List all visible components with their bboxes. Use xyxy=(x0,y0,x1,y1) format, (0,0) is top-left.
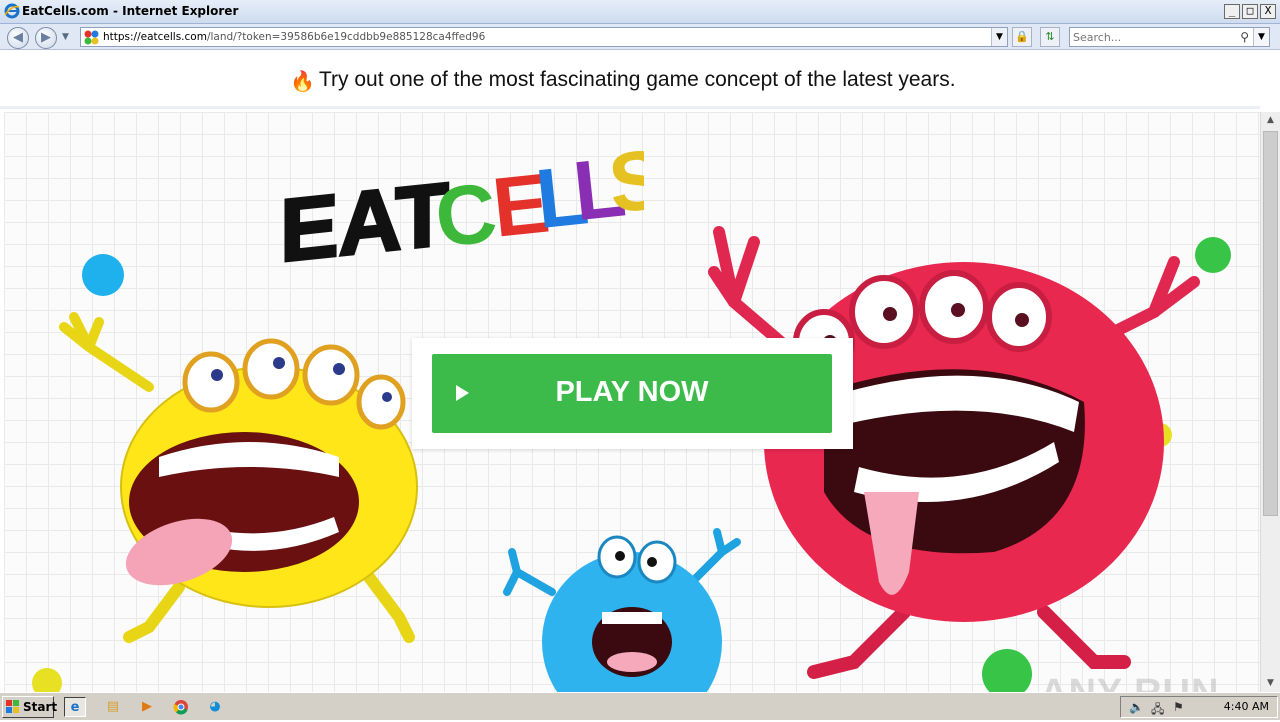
refresh-icon[interactable]: ⇅ xyxy=(1040,27,1060,47)
anyrun-watermark: ANY RUN xyxy=(1040,672,1219,692)
title-bar: EatCells.com - Internet Explorer _ □ X xyxy=(0,0,1280,24)
lock-icon[interactable]: 🔒 xyxy=(1012,27,1032,47)
play-now-button[interactable]: PLAY NOW xyxy=(432,354,832,433)
volume-icon[interactable]: 🔈 xyxy=(1129,700,1144,714)
scroll-up-icon[interactable]: ▲ xyxy=(1261,112,1280,129)
forward-button[interactable]: ▶ xyxy=(35,27,57,49)
internet-explorer-icon xyxy=(4,3,20,19)
play-button-container: PLAY NOW xyxy=(412,338,853,449)
url-host: https://eatcells.com xyxy=(103,31,207,43)
system-tray: 🔈 🖧 ⚑ 4:40 AM xyxy=(1120,696,1278,718)
yellow-cell-dot-bottom xyxy=(32,668,62,692)
search-box[interactable]: ⚲ ▼ xyxy=(1069,27,1270,47)
vertical-scrollbar[interactable]: ▲ ▼ xyxy=(1260,112,1280,692)
eat-cells-logo: EAT CELLS xyxy=(284,134,644,264)
start-button[interactable]: Start xyxy=(2,696,58,718)
file-explorer-icon[interactable]: ▤ xyxy=(102,697,124,717)
page-content: 🔥 Try out one of the most fascinating ga… xyxy=(0,51,1280,692)
back-button[interactable]: ◀ xyxy=(7,27,29,49)
search-input[interactable] xyxy=(1073,29,1233,45)
minimize-button[interactable]: _ xyxy=(1224,4,1240,19)
search-dropdown-icon[interactable]: ▼ xyxy=(1253,28,1269,46)
clock: 4:40 AM xyxy=(1223,700,1269,713)
internet-explorer-taskbar-icon[interactable]: e xyxy=(64,697,86,717)
address-dropdown-icon[interactable]: ▼ xyxy=(991,28,1007,46)
url-text[interactable]: https://eatcells.com/land/?token=39586b6… xyxy=(103,31,485,43)
taskbar: Start e ▤ ▶ ◕ 🔈 🖧 ⚑ 4:40 AM xyxy=(0,692,1280,720)
history-dropdown-icon[interactable]: ▼ xyxy=(62,32,69,42)
close-button[interactable]: X xyxy=(1260,4,1276,19)
address-bar[interactable]: https://eatcells.com/land/?token=39586b6… xyxy=(80,27,1008,47)
search-icon[interactable]: ⚲ xyxy=(1240,30,1249,44)
media-player-icon[interactable]: ▶ xyxy=(136,697,158,717)
start-label: Start xyxy=(23,700,58,714)
network-icon[interactable]: 🖧 xyxy=(1151,700,1164,721)
scroll-thumb[interactable] xyxy=(1263,131,1278,516)
action-center-flag-icon[interactable]: ⚑ xyxy=(1173,700,1184,714)
chrome-icon[interactable] xyxy=(170,697,192,717)
windows-flag-icon xyxy=(6,700,19,713)
url-path: /land/?token=39586b6e19cddbb9e885128ca4f… xyxy=(206,31,486,43)
logo-cells-text: CELLS xyxy=(431,134,644,264)
maximize-button[interactable]: □ xyxy=(1242,4,1258,19)
site-favicon-icon xyxy=(84,30,99,45)
yellow-monster-image xyxy=(59,312,418,643)
navigation-bar: ◀ ▶ ▼ https://eatcells.com/land/?token=3… xyxy=(0,24,1280,50)
play-now-label: PLAY NOW xyxy=(555,376,709,408)
blue-monster-image xyxy=(503,528,741,692)
scroll-down-icon[interactable]: ▼ xyxy=(1261,675,1280,692)
window-title: EatCells.com - Internet Explorer xyxy=(22,4,239,18)
blue-cell-dot xyxy=(82,254,124,296)
edge-icon[interactable]: ◕ xyxy=(204,697,226,717)
game-stage: EAT CELLS PLAY NOW xyxy=(4,112,1260,692)
logo-eat-text: EAT xyxy=(284,164,449,264)
fire-icon: 🔥 xyxy=(290,69,315,93)
chrome-logo xyxy=(173,700,188,715)
top-banner: 🔥 Try out one of the most fascinating ga… xyxy=(0,51,1260,109)
headline: Try out one of the most fascinating game… xyxy=(319,68,956,91)
